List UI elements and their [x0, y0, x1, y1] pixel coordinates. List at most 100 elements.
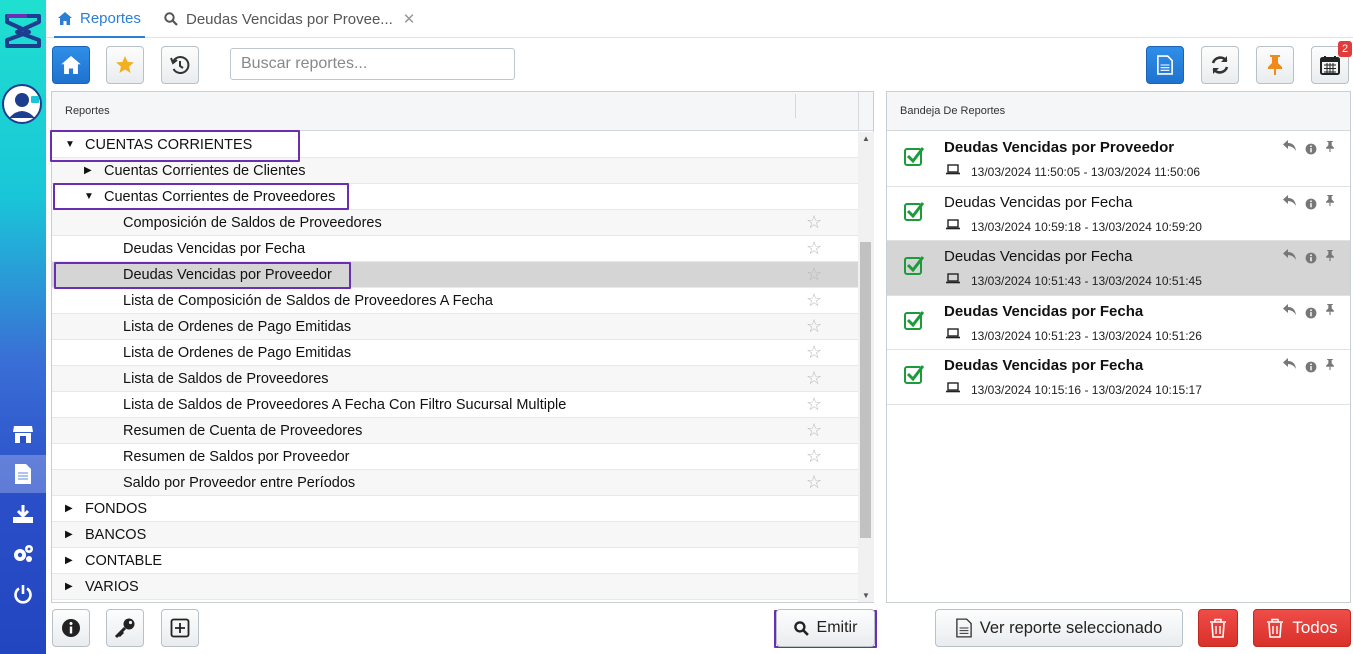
delete-all-button[interactable]: Todos — [1253, 609, 1351, 647]
home-button[interactable] — [52, 46, 90, 84]
calendar-button[interactable]: 2 — [1311, 41, 1352, 84]
report-time-range: 13/03/2024 10:15:16 - 13/03/2024 10:15:1… — [971, 383, 1202, 397]
search-input[interactable] — [230, 48, 515, 80]
nav-settings[interactable] — [0, 535, 46, 573]
tree-row[interactable]: Saldo por Proveedor entre Períodos ☆ — [52, 470, 858, 496]
tree-scrollbar[interactable]: ▲ ▼ — [858, 132, 874, 602]
user-avatar[interactable] — [2, 84, 42, 124]
favorite-star-icon[interactable]: ☆ — [806, 291, 822, 309]
report-tray-item[interactable]: Deudas Vencidas por Fecha 13/03/2024 10:1… — [887, 350, 1350, 405]
nav-logout[interactable] — [0, 575, 46, 613]
document-icon — [1157, 55, 1173, 75]
caret-down-icon[interactable]: ▼ — [65, 139, 75, 150]
panel-title: Bandeja De Reportes — [900, 105, 1006, 117]
scroll-thumb[interactable] — [860, 242, 871, 538]
pin-icon[interactable] — [1325, 358, 1335, 371]
nav-reports[interactable] — [0, 455, 46, 493]
star-icon — [116, 56, 134, 73]
tree-row[interactable]: Lista de Composición de Saldos de Provee… — [52, 288, 858, 314]
favorite-star-icon[interactable]: ☆ — [806, 317, 822, 335]
report-tray-list: Deudas Vencidas por Proveedor 13/03/2024 … — [887, 132, 1350, 405]
tree-row[interactable]: Lista de Saldos de Proveedores A Fecha C… — [52, 392, 858, 418]
pin-icon[interactable] — [1325, 140, 1335, 153]
calendar-icon — [1320, 56, 1340, 75]
user-icon — [9, 93, 39, 118]
delete-button[interactable] — [1198, 609, 1238, 647]
emitir-button[interactable]: Emitir — [776, 609, 875, 647]
report-tray-item[interactable]: Deudas Vencidas por Fecha 13/03/2024 10:5… — [887, 295, 1350, 350]
tab-bar: Reportes Deudas Vencidas por Provee... ✕ — [46, 0, 1353, 38]
favorite-star-icon[interactable]: ☆ — [806, 265, 822, 283]
checkbox-checked-icon — [904, 365, 924, 384]
tree-row[interactable]: ▶ FONDOS — [52, 496, 858, 522]
favorites-button[interactable] — [106, 46, 144, 84]
pin-icon[interactable] — [1325, 303, 1335, 316]
info-button[interactable] — [52, 609, 90, 647]
pin-icon[interactable] — [1325, 249, 1335, 262]
close-icon[interactable]: ✕ — [403, 10, 416, 28]
favorite-star-icon[interactable]: ☆ — [806, 421, 822, 439]
info-icon[interactable] — [1305, 252, 1317, 264]
caret-right-icon[interactable]: ▶ — [84, 165, 92, 176]
tree-row[interactable]: Composición de Saldos de Proveedores ☆ — [52, 210, 858, 236]
caret-down-icon[interactable]: ▼ — [84, 191, 94, 202]
tree-row[interactable]: Deudas Vencidas por Fecha ☆ — [52, 236, 858, 262]
laptop-icon — [946, 382, 960, 393]
tree-row[interactable]: Resumen de Saldos por Proveedor ☆ — [52, 444, 858, 470]
tree-row-label: Deudas Vencidas por Proveedor — [123, 266, 332, 283]
favorite-star-icon[interactable]: ☆ — [806, 369, 822, 387]
caret-right-icon[interactable]: ▶ — [65, 529, 73, 540]
tree-row[interactable]: ▶ Cuentas Corrientes de Clientes — [52, 158, 858, 184]
tree-row[interactable]: Resumen de Cuenta de Proveedores ☆ — [52, 418, 858, 444]
info-icon[interactable] — [1305, 361, 1317, 373]
tree-row[interactable]: ▼ CUENTAS CORRIENTES — [52, 132, 858, 158]
favorite-star-icon[interactable]: ☆ — [806, 343, 822, 361]
info-icon[interactable] — [1305, 307, 1317, 319]
tree-row[interactable]: Deudas Vencidas por Proveedor ☆ — [52, 262, 858, 288]
tree-row[interactable]: ▶ BANCOS — [52, 522, 858, 548]
report-tray-panel: Bandeja De Reportes Deudas Vencidas por … — [886, 91, 1351, 603]
tree-row-label: CONTABLE — [85, 552, 163, 569]
tab-deudas-vencidas[interactable]: Deudas Vencidas por Provee... ✕ — [164, 0, 415, 38]
tab-reportes[interactable]: Reportes — [54, 0, 145, 38]
caret-right-icon[interactable]: ▶ — [65, 503, 73, 514]
reply-icon[interactable] — [1283, 140, 1297, 152]
report-tray-item[interactable]: Deudas Vencidas por Proveedor 13/03/2024 … — [887, 132, 1350, 187]
tree-row[interactable]: Lista de Ordenes de Pago Emitidas ☆ — [52, 340, 858, 366]
caret-right-icon[interactable]: ▶ — [65, 555, 73, 566]
tree-row[interactable]: Lista de Saldos de Proveedores ☆ — [52, 366, 858, 392]
reply-icon[interactable] — [1283, 194, 1297, 207]
reply-icon[interactable] — [1283, 303, 1297, 316]
scroll-up-arrow[interactable]: ▲ — [862, 134, 870, 143]
favorite-star-icon[interactable]: ☆ — [806, 473, 822, 491]
add-button[interactable] — [161, 609, 199, 647]
scroll-down-arrow[interactable]: ▼ — [862, 591, 870, 600]
pin-icon[interactable] — [1325, 194, 1335, 207]
info-icon[interactable] — [1305, 198, 1317, 210]
tree-row[interactable]: ▼ Cuentas Corrientes de Proveedores — [52, 184, 858, 210]
reply-icon[interactable] — [1283, 249, 1297, 261]
nav-store[interactable] — [0, 415, 46, 453]
report-tray-item[interactable]: Deudas Vencidas por Fecha 13/03/2024 10:5… — [887, 241, 1350, 296]
report-title: Deudas Vencidas por Fecha — [944, 248, 1133, 265]
reply-icon[interactable] — [1283, 358, 1297, 370]
favorite-star-icon[interactable]: ☆ — [806, 447, 822, 465]
nav-download[interactable] — [0, 495, 46, 533]
favorite-star-icon[interactable]: ☆ — [806, 239, 822, 257]
tree-row[interactable]: ▶ VARIOS — [52, 574, 858, 600]
pin-button[interactable] — [1256, 46, 1294, 84]
refresh-button[interactable] — [1201, 46, 1239, 84]
info-icon[interactable] — [1305, 143, 1317, 155]
favorite-star-icon[interactable]: ☆ — [806, 395, 822, 413]
tree-row-label: Cuentas Corrientes de Proveedores — [104, 188, 336, 205]
key-button[interactable] — [106, 609, 144, 647]
column-divider — [858, 92, 859, 131]
ver-reporte-button[interactable]: Ver reporte seleccionado — [935, 609, 1183, 647]
tree-row[interactable]: Lista de Ordenes de Pago Emitidas ☆ — [52, 314, 858, 340]
report-tray-item[interactable]: Deudas Vencidas por Fecha 13/03/2024 10:5… — [887, 186, 1350, 241]
history-button[interactable] — [161, 46, 199, 84]
report-view-button[interactable] — [1146, 46, 1184, 84]
favorite-star-icon[interactable]: ☆ — [806, 213, 822, 231]
caret-right-icon[interactable]: ▶ — [65, 581, 73, 592]
tree-row[interactable]: ▶ CONTABLE — [52, 548, 858, 574]
